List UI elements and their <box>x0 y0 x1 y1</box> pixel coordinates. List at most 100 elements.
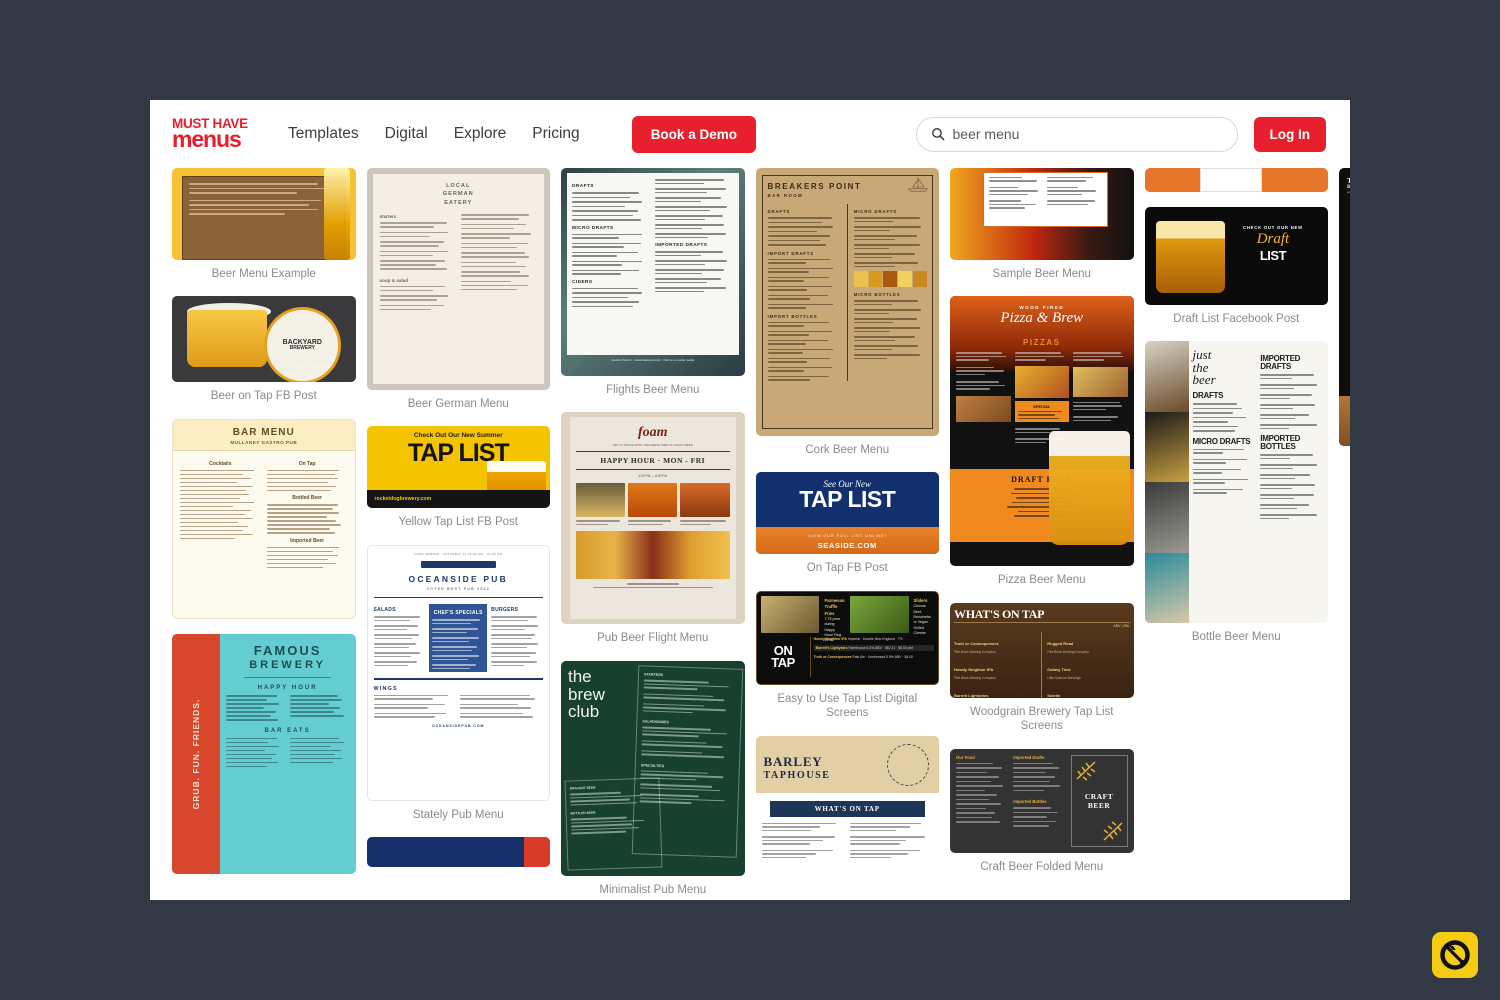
template-card[interactable]: LOCAL GERMAN EATERY starters soup & sala… <box>366 168 550 411</box>
template-card-title: Sample Beer Menu <box>992 268 1091 280</box>
search-bar[interactable] <box>915 116 1238 152</box>
template-card[interactable]: The Pour House BURGERS & BREWS pourhouse… <box>1339 168 1350 467</box>
login-button[interactable]: Log In <box>1253 116 1326 152</box>
template-card-title: Cork Beer Menu <box>805 444 890 456</box>
template-thumbnail[interactable]: Our Food Imported Drafts Imported Bottle… <box>950 748 1134 853</box>
section-heading: CIDERS <box>572 279 593 285</box>
template-thumbnail[interactable] <box>366 837 550 868</box>
template-card[interactable]: BAR MENU MULLANEY GASTRO PUB Cocktails O… <box>172 418 356 619</box>
search-input[interactable] <box>952 126 1223 142</box>
template-card[interactable]: Check Out Our New Summer TAP LIST rocket… <box>366 426 550 529</box>
nav-item-pricing[interactable]: Pricing <box>532 125 579 143</box>
template-card[interactable]: FOOD SERVED · SATURDAY 11:30:00 AM · 11:… <box>366 544 550 822</box>
nav-item-digital[interactable]: Digital <box>385 125 428 143</box>
brand-line-1: FAMOUS <box>253 642 322 658</box>
template-card[interactable]: See Our New TAP LIST VIEW OUR FULL LIST … <box>755 472 939 575</box>
template-card[interactable]: foam GET IN TOUCH WITH THE FRESH SIDE OF… <box>561 412 745 645</box>
headline-text: WHAT'S ON TAP <box>954 606 1045 621</box>
template-card[interactable]: Sample Beer Menu <box>950 168 1134 281</box>
template-thumbnail[interactable] <box>950 168 1134 260</box>
section-heading: IMPORTED DRAFTS <box>1260 354 1301 372</box>
nav-item-templates[interactable]: Templates <box>288 125 359 143</box>
template-thumbnail[interactable] <box>172 168 356 260</box>
template-thumbnail[interactable]: BACKYARD BREWERY CHECK OUT OUR NEW SUMME… <box>172 296 356 383</box>
section-heading: HAPPY HOUR <box>257 685 318 692</box>
template-card-title: Beer Bar Menu <box>1339 453 1350 467</box>
promo-row: Parmesan Truffle Fries 7.75 price during… <box>760 595 935 642</box>
logo-text-bottom: menus <box>172 126 242 153</box>
menu-right-column: IMPORTED DRAFTS IMPORTED BOTTLES <box>1258 341 1328 623</box>
menu-column-right: MICRO DRAFTS MICRO BOTTLES <box>853 204 927 381</box>
brand-name: BREAKERS POINT <box>767 182 862 191</box>
template-thumbnail[interactable]: foam GET IN TOUCH WITH THE FRESH SIDE OF… <box>561 412 745 625</box>
brand-subtitle: BAR ROOM <box>767 193 804 198</box>
template-thumbnail[interactable]: The Pour House BURGERS & BREWS pourhouse… <box>1339 168 1350 446</box>
template-card[interactable]: WOOD FIRED Pizza & Brew PIZZAS SPECIAL D… <box>950 296 1134 587</box>
template-card[interactable]: just the beer DRAFTS MICRO DRAFTS IMPORT… <box>1144 341 1328 644</box>
brand-header: BARLEY TAPHOUSE <box>755 735 939 793</box>
template-thumbnail[interactable]: BARLEY TAPHOUSE WHAT'S ON TAP <box>755 735 939 891</box>
template-card[interactable]: GRUB. FUN. FRIENDS. FAMOUS BREWERY HAPPY… <box>172 633 356 874</box>
template-card-title: Easy to Use Tap List Digital Screens <box>777 692 918 720</box>
eyebrow-text: FOOD SERVED · SATURDAY 11:30:00 AM · 11:… <box>414 551 503 556</box>
book-a-demo-button[interactable]: Book a Demo <box>631 115 756 153</box>
template-card-title: Minimalist Pub Menu <box>599 883 707 896</box>
template-card[interactable] <box>366 837 550 868</box>
template-card[interactable]: BREAKERS POINT BAR ROOM DRAFTS IMPORT DR… <box>755 168 939 457</box>
eyebrow-text: Check Out Our New Summer <box>413 432 503 440</box>
brand-line-2: BREWERY <box>249 658 327 671</box>
photo <box>1144 411 1189 483</box>
sailboat-icon <box>907 177 929 192</box>
template-thumbnail[interactable]: BREAKERS POINT BAR ROOM DRAFTS IMPORT DR… <box>755 168 939 436</box>
beer-mug-graphic <box>186 310 268 367</box>
template-thumbnail[interactable]: the brew club STARTERS SALADS/SIDES SPEC… <box>561 660 745 876</box>
template-thumbnail[interactable]: GRUB. FUN. FRIENDS. FAMOUS BREWERY HAPPY… <box>172 633 356 874</box>
template-card[interactable]: Beer Menu Example <box>172 168 356 281</box>
template-thumbnail[interactable]: LOCAL GERMAN EATERY starters soup & sala… <box>366 168 550 390</box>
template-thumbnail[interactable]: CHECK OUT OUR NEW Draft LIST <box>1144 207 1328 305</box>
template-card[interactable]: BARLEY TAPHOUSE WHAT'S ON TAP <box>755 735 939 891</box>
template-results-grid[interactable]: Beer Menu Example BACKYARD BREWERY CHECK… <box>150 168 1350 900</box>
section-heading: BOTTLED BEER <box>570 811 596 816</box>
section-heading: BAR EATS <box>264 727 311 734</box>
section-heading: soup & salad <box>379 277 409 283</box>
brand-name: OCEANSIDE PUB <box>408 573 508 584</box>
template-card[interactable]: CHECK OUT OUR NEW Draft LIST Draft List … <box>1144 207 1328 326</box>
search-icon <box>931 128 944 141</box>
template-card-title: Woodgrain Brewery Tap List Screens <box>970 705 1114 733</box>
template-thumbnail[interactable]: BAR MENU MULLANEY GASTRO PUB Cocktails O… <box>172 418 356 619</box>
menu-columns: DRAFTS IMPORT DRAFTS IMPORT BOTTLES MICR… <box>767 204 928 381</box>
app-watermark-logo <box>1432 932 1478 978</box>
template-card[interactable]: BACKYARD BREWERY CHECK OUT OUR NEW SUMME… <box>172 296 356 403</box>
site-logo[interactable]: MUST HAVE menus <box>172 117 258 152</box>
beer-rows: Howdy Neighbor IPA Imperial · Double New… <box>809 636 934 678</box>
menu-sheet: DRAFTS MICRO DRAFTS CIDERS IMPORTED DRAF… <box>567 173 739 356</box>
template-thumbnail[interactable]: WHAT'S ON TAP ABV | IBU Truth or Consequ… <box>950 602 1134 698</box>
template-thumbnail[interactable]: See Our New TAP LIST VIEW OUR FULL LIST … <box>755 472 939 555</box>
abv-ibu-label: ABV | IBU <box>954 621 1130 628</box>
template-card[interactable]: Parmesan Truffle Fries 7.75 price during… <box>755 590 939 721</box>
menu-subheading: MULLANEY GASTRO PUB <box>230 439 298 445</box>
template-card-title: Stately Pub Menu <box>412 808 504 821</box>
template-card-title: Pizza Beer Menu <box>997 574 1086 587</box>
brand-subtitle: VOTED BEST PUB 2022 <box>426 586 490 591</box>
section-heading: Imported Bottles <box>1013 799 1047 804</box>
template-thumbnail[interactable]: FOOD SERVED · SATURDAY 11:30:00 AM · 11:… <box>366 544 550 801</box>
template-card[interactable] <box>1144 168 1328 192</box>
promo-line-2: SUMMER TAP LIST <box>278 367 327 374</box>
template-thumbnail[interactable]: Parmesan Truffle Fries 7.75 price during… <box>755 590 939 685</box>
section-heading: SPECIALTIES <box>640 762 665 768</box>
template-card[interactable]: the brew club STARTERS SALADS/SIDES SPEC… <box>561 660 745 897</box>
template-card[interactable]: DRAFTS MICRO DRAFTS CIDERS IMPORTED DRAF… <box>561 168 745 397</box>
rail-text: GRUB. FUN. FRIENDS. <box>190 698 201 810</box>
menu-middle-column: just the beer DRAFTS MICRO DRAFTS <box>1189 341 1259 623</box>
template-thumbnail[interactable]: just the beer DRAFTS MICRO DRAFTS IMPORT… <box>1144 341 1328 624</box>
template-thumbnail[interactable]: DRAFTS MICRO DRAFTS CIDERS IMPORTED DRAF… <box>561 168 745 376</box>
browser-page: MUST HAVE menus Templates Digital Explor… <box>150 100 1350 900</box>
template-thumbnail[interactable]: WOOD FIRED Pizza & Brew PIZZAS SPECIAL D… <box>950 296 1134 567</box>
template-card[interactable]: Our Food Imported Drafts Imported Bottle… <box>950 748 1134 874</box>
template-thumbnail[interactable]: Check Out Our New Summer TAP LIST rocket… <box>366 426 550 509</box>
template-card[interactable]: WHAT'S ON TAP ABV | IBU Truth or Consequ… <box>950 602 1134 734</box>
template-thumbnail[interactable] <box>1144 168 1328 192</box>
nav-item-explore[interactable]: Explore <box>454 125 507 143</box>
